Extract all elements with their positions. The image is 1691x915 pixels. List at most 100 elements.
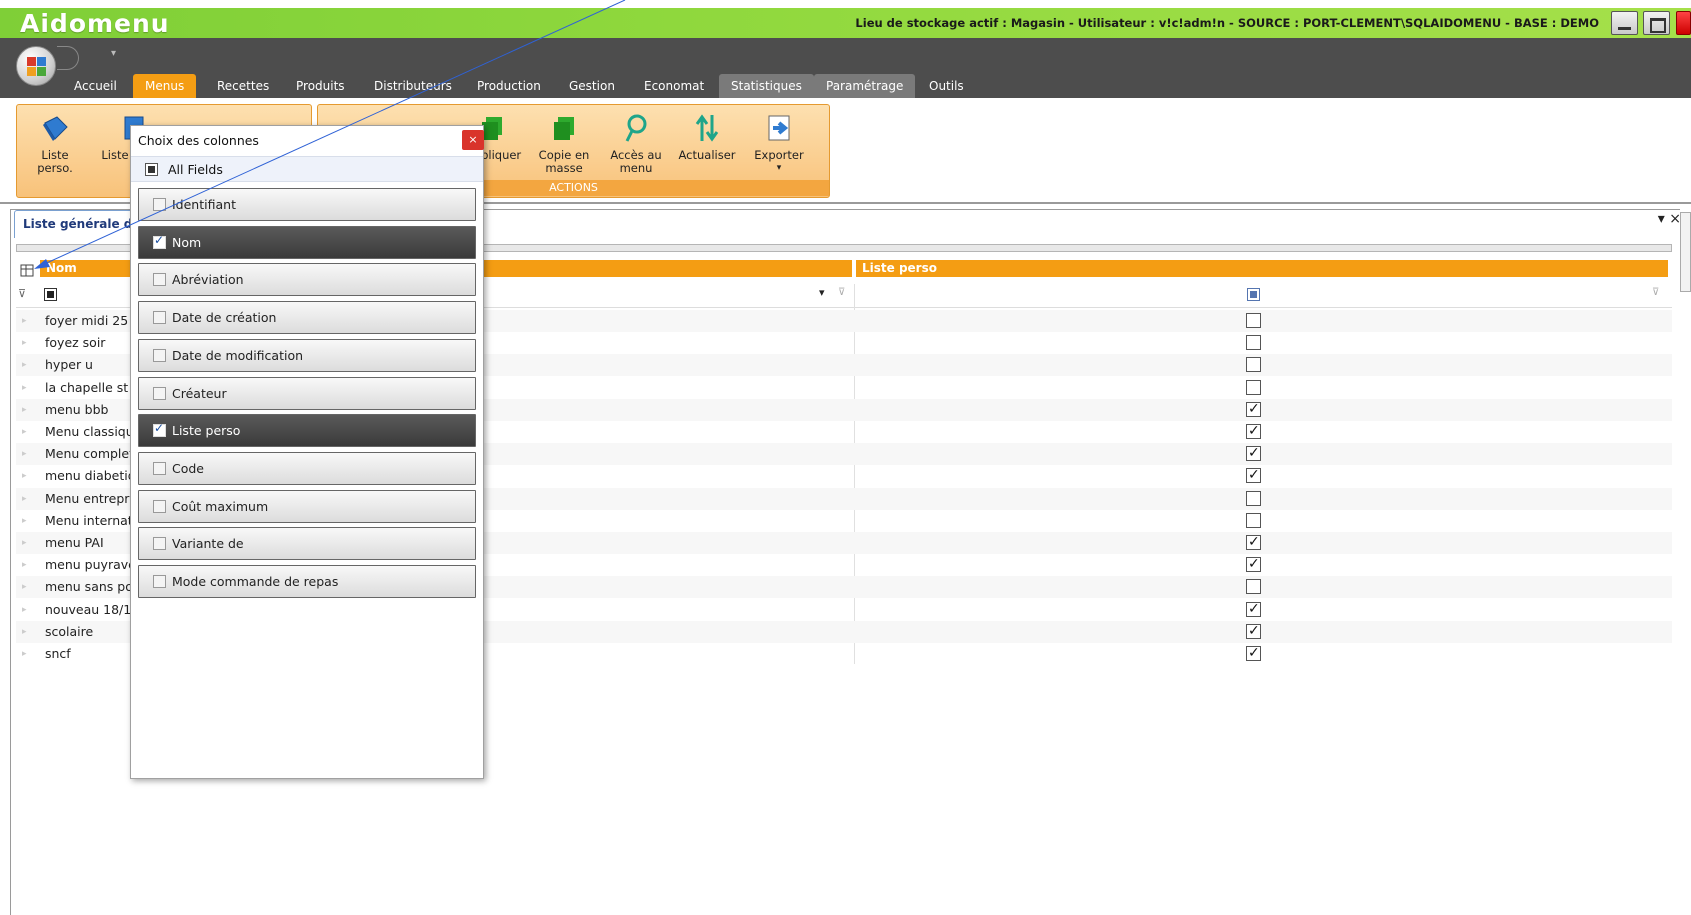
filter-icon[interactable]: ⊽ [18, 287, 26, 300]
field-option[interactable]: Date de modification [138, 338, 476, 372]
app-menu-orb[interactable] [16, 46, 56, 86]
row-name: foyer midi 25 [45, 313, 129, 328]
liste-perso-checkbox[interactable] [1246, 313, 1261, 328]
tab-statistiques[interactable]: Statistiques [719, 74, 814, 98]
tab-economat[interactable]: Economat [632, 74, 716, 98]
liste-perso-checkbox[interactable] [1246, 379, 1261, 395]
tab-recettes[interactable]: Recettes [205, 74, 281, 98]
tab-accueil[interactable]: Accueil [62, 74, 129, 98]
column-chooser-dialog: Choix des colonnes × All Fields Identifi… [130, 125, 484, 779]
row-indicator-icon: ▸ [22, 604, 27, 615]
row-indicator-icon: ▸ [22, 316, 27, 326]
field-checkbox[interactable] [153, 421, 166, 438]
field-checkbox[interactable] [153, 575, 166, 588]
export-button[interactable]: Exporter ▾ [747, 113, 811, 175]
liste-perso-checkbox[interactable] [1246, 579, 1261, 595]
field-checkbox[interactable] [153, 311, 166, 325]
clear-filter-icon[interactable]: ⊽ [838, 287, 845, 298]
row-indicator-icon: ▸ [22, 515, 27, 526]
field-option[interactable]: Identifiant [138, 188, 476, 221]
field-option[interactable]: Coût maximum [138, 489, 476, 523]
field-option[interactable]: Code [138, 451, 476, 485]
row-indicator-icon: ▸ [22, 382, 27, 393]
field-checkbox[interactable] [153, 273, 166, 287]
vertical-scrollbar[interactable] [1680, 212, 1691, 292]
close-icon[interactable]: × [462, 130, 484, 150]
liste-perso-checkbox[interactable] [1246, 620, 1261, 642]
liste-perso-checkbox[interactable] [1246, 420, 1261, 442]
export-icon [768, 115, 790, 141]
row-name: menu bbb [45, 401, 109, 417]
filter-dropdown-icon[interactable]: ▾ [819, 286, 825, 299]
field-checkbox[interactable] [153, 348, 166, 362]
tab-produits[interactable]: Produits [284, 74, 357, 98]
field-option[interactable]: Nom [138, 225, 476, 259]
liste-perso-checkbox[interactable] [1246, 642, 1261, 664]
clear-filter-icon-2[interactable]: ⊽ [1652, 287, 1659, 298]
field-label: Variante de [172, 536, 244, 552]
field-checkbox[interactable] [153, 461, 166, 475]
filter-select-all-checkbox[interactable] [44, 288, 57, 301]
tab-menus[interactable]: Menus [133, 74, 197, 98]
refresh-label: Actualiser [678, 148, 736, 162]
app-window: Aidomenu Lieu de stockage actif : Magasi… [0, 0, 1691, 915]
ribbon-tab-bar: Accueil Menus Recettes Produits Distribu… [0, 72, 1691, 98]
tab-parametrage[interactable]: Paramétrage [814, 74, 916, 98]
field-checkbox[interactable] [153, 198, 166, 211]
liste-perso-checkbox[interactable] [1246, 598, 1261, 620]
field-label: Identifiant [172, 197, 236, 212]
export-dropdown-icon[interactable]: ▾ [747, 162, 811, 175]
field-label: Créateur [172, 385, 227, 401]
all-fields-checkbox[interactable] [145, 163, 158, 176]
field-option[interactable]: Mode commande de repas [138, 565, 476, 598]
row-indicator-icon: ▸ [22, 404, 27, 415]
export-label: Exporter [754, 148, 804, 162]
row-indicator-icon: ▸ [22, 493, 27, 504]
liste-perso-checkbox[interactable] [1246, 442, 1261, 464]
field-checkbox[interactable] [153, 386, 166, 400]
liste-perso-checkbox[interactable] [1246, 553, 1261, 575]
quick-access-dropdown-icon[interactable]: ▾ [111, 48, 116, 59]
app-logo: Aidomenu [20, 9, 170, 38]
liste-perso-checkbox[interactable] [1246, 531, 1261, 553]
panel-controls[interactable]: ▾ × [1658, 211, 1681, 227]
close-window-button[interactable] [1676, 11, 1691, 35]
tab-distributeurs[interactable]: Distributeurs [362, 74, 464, 98]
liste-perso-checkbox[interactable] [1246, 464, 1261, 486]
row-name: scolaire [45, 623, 94, 639]
row-indicator-icon: ▸ [22, 471, 27, 482]
field-option[interactable]: Créateur [138, 376, 476, 410]
field-checkbox[interactable] [153, 233, 166, 249]
field-option[interactable]: Abréviation [138, 263, 476, 297]
field-option[interactable]: Liste perso [138, 414, 476, 448]
tab-outils[interactable]: Outils [917, 74, 976, 98]
minimize-button[interactable] [1611, 11, 1638, 35]
liste-perso-checkbox[interactable] [1246, 335, 1261, 351]
tab-gestion[interactable]: Gestion [557, 74, 627, 98]
all-fields-row[interactable]: All Fields [131, 156, 483, 182]
column-header-liste-perso[interactable]: Liste perso [856, 260, 1668, 277]
liste-perso-checkbox[interactable] [1246, 490, 1261, 506]
liste-perso-checkbox[interactable] [1246, 357, 1261, 373]
status-text: Lieu de stockage actif : Magasin - Utili… [855, 16, 1599, 30]
liste-perso-filter-checkbox[interactable] [1247, 288, 1260, 301]
liste-perso-checkbox[interactable] [1246, 398, 1261, 420]
acces-menu-button[interactable]: Accès au menu [604, 113, 668, 175]
field-option[interactable]: Date de création [138, 301, 476, 335]
field-checkbox[interactable] [153, 537, 166, 551]
row-name: foyez soir [45, 335, 106, 351]
refresh-button[interactable]: Actualiser [675, 113, 739, 162]
row-name: Menu complet [45, 446, 134, 462]
field-option[interactable]: Variante de [138, 527, 476, 561]
liste-perso-checkbox[interactable] [1246, 512, 1261, 528]
mass-copy-label: Copie en masse [538, 148, 590, 175]
column-chooser-icon[interactable] [20, 262, 36, 278]
liste-perso-button[interactable]: Liste perso. [23, 113, 87, 175]
field-label: Abréviation [172, 272, 244, 288]
row-name: nouveau 18/12 [45, 601, 140, 617]
field-checkbox[interactable] [153, 499, 166, 513]
row-indicator-icon: ▸ [22, 560, 27, 571]
tab-production[interactable]: Production [465, 74, 553, 98]
mass-copy-button[interactable]: Copie en masse [532, 113, 596, 175]
maximize-button[interactable] [1643, 11, 1670, 35]
